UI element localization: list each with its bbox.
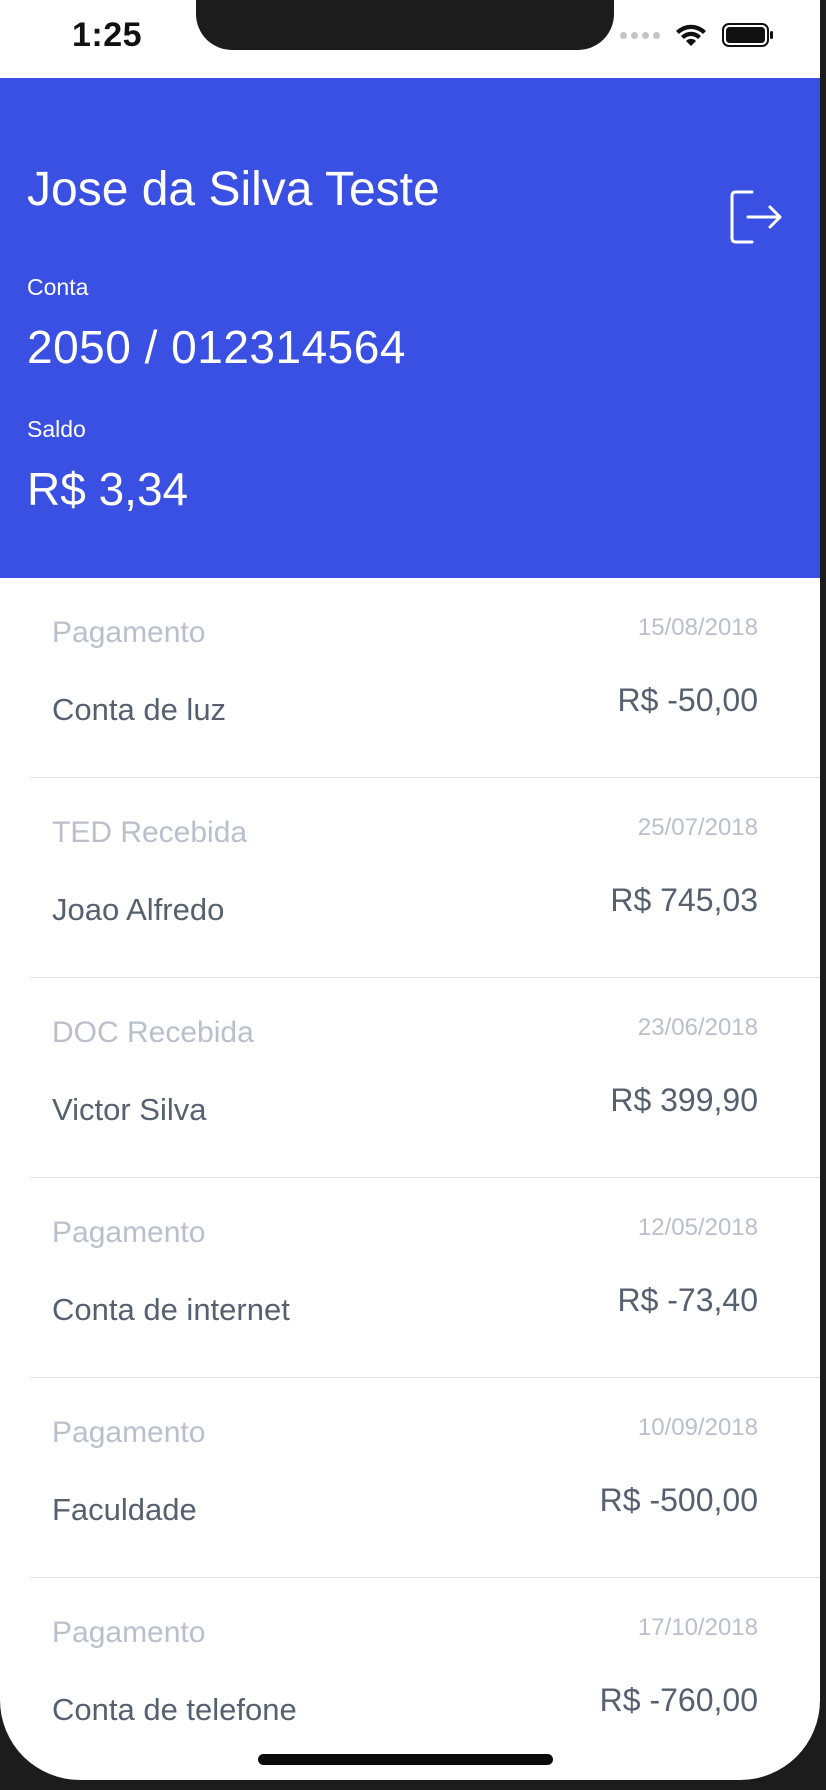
phone-screen: 1:25 Jose da Silva Teste Conta 2050 / 01… xyxy=(0,0,820,1780)
transaction-date: 15/08/2018 xyxy=(637,614,758,641)
transaction-description: Conta de telefone xyxy=(52,1692,297,1727)
battery-icon xyxy=(722,22,774,48)
transaction-type: Pagamento xyxy=(52,1616,206,1649)
transaction-row[interactable]: Pagamento 10/09/2018 Faculdade R$ -500,0… xyxy=(30,1378,820,1578)
account-label: Conta xyxy=(27,274,89,300)
balance-label: Saldo xyxy=(27,416,86,442)
transaction-amount: R$ -73,40 xyxy=(617,1282,758,1318)
transaction-description: Conta de luz xyxy=(52,692,227,727)
transaction-type: DOC Recebida xyxy=(52,1016,254,1049)
account-number: 2050 / 012314564 xyxy=(27,321,406,373)
transaction-row[interactable]: TED Recebida 25/07/2018 Joao Alfredo R$ … xyxy=(30,778,820,978)
transaction-amount: R$ 399,90 xyxy=(610,1082,758,1118)
transaction-row[interactable]: Pagamento 15/08/2018 Conta de luz R$ -50… xyxy=(30,578,820,778)
logout-icon xyxy=(730,190,782,244)
transaction-date: 10/09/2018 xyxy=(637,1414,758,1441)
transaction-list[interactable]: Pagamento 15/08/2018 Conta de luz R$ -50… xyxy=(0,578,820,1777)
transaction-type: Pagamento xyxy=(52,616,206,649)
balance-value: R$ 3,34 xyxy=(27,463,189,515)
transaction-row[interactable]: Pagamento 17/10/2018 Conta de telefone R… xyxy=(30,1578,820,1777)
wifi-icon xyxy=(674,22,708,48)
transaction-row[interactable]: DOC Recebida 23/06/2018 Victor Silva R$ … xyxy=(30,978,820,1178)
transaction-date: 17/10/2018 xyxy=(637,1614,758,1641)
transaction-type: Pagamento xyxy=(52,1416,206,1449)
user-name: Jose da Silva Teste xyxy=(27,163,440,216)
transaction-description: Faculdade xyxy=(52,1492,197,1527)
account-header: Jose da Silva Teste Conta 2050 / 0123145… xyxy=(0,78,820,578)
transaction-amount: R$ 745,03 xyxy=(610,882,758,918)
status-icons xyxy=(620,22,774,48)
transaction-date: 23/06/2018 xyxy=(637,1014,758,1041)
transaction-amount: R$ -500,00 xyxy=(599,1482,758,1518)
home-indicator[interactable] xyxy=(258,1754,553,1765)
transaction-type: TED Recebida xyxy=(52,816,248,849)
transaction-type: Pagamento xyxy=(52,1216,206,1249)
status-bar: 1:25 xyxy=(0,0,820,78)
logout-button[interactable] xyxy=(728,188,788,248)
transaction-row[interactable]: Pagamento 12/05/2018 Conta de internet R… xyxy=(30,1178,820,1378)
transaction-description: Victor Silva xyxy=(52,1092,207,1127)
transaction-description: Conta de internet xyxy=(52,1292,290,1327)
cellular-signal-icon xyxy=(620,31,660,39)
status-time: 1:25 xyxy=(72,16,143,54)
transaction-amount: R$ -760,00 xyxy=(599,1682,758,1718)
transaction-amount: R$ -50,00 xyxy=(617,682,758,718)
transaction-description: Joao Alfredo xyxy=(52,892,225,927)
transaction-date: 25/07/2018 xyxy=(637,814,758,841)
device-notch xyxy=(196,0,614,50)
transaction-date: 12/05/2018 xyxy=(637,1214,758,1241)
